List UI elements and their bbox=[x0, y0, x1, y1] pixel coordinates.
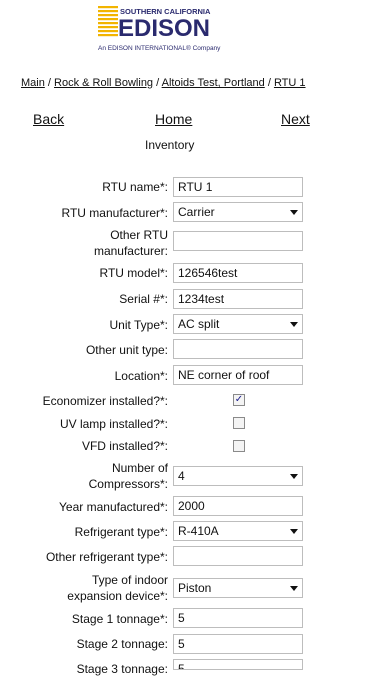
stage1-label: Stage 1 tonnage*: bbox=[71, 612, 168, 626]
breadcrumb-rtu[interactable]: RTU 1 bbox=[274, 77, 306, 89]
rtu-model-label: RTU model*: bbox=[99, 266, 168, 280]
stage3-label: Stage 3 tonnage: bbox=[76, 662, 168, 676]
stage2-label: Stage 2 tonnage: bbox=[76, 637, 168, 651]
refrigerant-value: R-410A bbox=[178, 524, 219, 538]
chevron-down-icon bbox=[290, 322, 298, 327]
chevron-down-icon bbox=[290, 210, 298, 215]
breadcrumb-test[interactable]: Altoids Test, Portland bbox=[162, 77, 265, 89]
serial-input[interactable]: 1234test bbox=[173, 289, 303, 309]
chevron-down-icon bbox=[290, 529, 298, 534]
breadcrumb-site[interactable]: Rock & Roll Bowling bbox=[54, 77, 153, 89]
expansion-value: Piston bbox=[178, 581, 212, 595]
unit-type-select[interactable]: AC split bbox=[173, 314, 303, 334]
edison-logo-icon: SOUTHERN CALIFORNIA EDISON An EDISON INT… bbox=[96, 2, 245, 55]
other-unit-type-label: Other unit type: bbox=[85, 343, 168, 357]
sce-logo: SOUTHERN CALIFORNIA EDISON An EDISON INT… bbox=[96, 2, 245, 55]
refrigerant-label: Refrigerant type*: bbox=[74, 525, 168, 539]
other-refrigerant-label: Other refrigerant type*: bbox=[45, 550, 168, 564]
breadcrumb-separator: / bbox=[264, 77, 274, 89]
rtu-name-input[interactable]: RTU 1 bbox=[173, 177, 303, 197]
breadcrumb-main[interactable]: Main bbox=[21, 77, 45, 89]
breadcrumb-separator: / bbox=[153, 77, 162, 89]
expansion-label-line2: expansion device*: bbox=[67, 589, 168, 603]
location-label: Location*: bbox=[114, 369, 168, 383]
home-link[interactable]: Home bbox=[155, 111, 192, 127]
compressors-label-line1: Number of bbox=[111, 461, 168, 475]
vfd-label: VFD installed?*: bbox=[81, 439, 168, 453]
chevron-down-icon bbox=[290, 586, 298, 591]
next-link[interactable]: Next bbox=[281, 111, 310, 127]
expansion-label-line1: Type of indoor bbox=[91, 573, 168, 587]
location-input[interactable]: NE corner of roof bbox=[173, 365, 303, 385]
stage3-input[interactable]: 5 bbox=[173, 659, 303, 670]
page-title: Inventory bbox=[145, 138, 195, 152]
back-link[interactable]: Back bbox=[33, 111, 64, 127]
rtu-manufacturer-label: RTU manufacturer*: bbox=[61, 206, 168, 220]
expansion-select[interactable]: Piston bbox=[173, 578, 303, 598]
serial-label: Serial #*: bbox=[119, 292, 168, 306]
year-input[interactable]: 2000 bbox=[173, 496, 303, 516]
rtu-manufacturer-value: Carrier bbox=[178, 205, 215, 219]
uv-lamp-label: UV lamp installed?*: bbox=[59, 417, 168, 431]
refrigerant-select[interactable]: R-410A bbox=[173, 521, 303, 541]
economizer-checkbox[interactable]: ✓ bbox=[233, 394, 245, 406]
other-manufacturer-label-line1: Other RTU bbox=[110, 228, 168, 242]
year-label: Year manufactured*: bbox=[59, 500, 168, 514]
breadcrumb-separator: / bbox=[44, 77, 55, 89]
unit-type-label: Unit Type*: bbox=[109, 318, 168, 332]
checkmark-icon: ✓ bbox=[234, 394, 244, 405]
rtu-model-input[interactable]: 126546test bbox=[173, 263, 303, 283]
svg-text:EDISON: EDISON bbox=[118, 15, 210, 42]
other-manufacturer-label-line2: manufacturer: bbox=[93, 244, 168, 258]
economizer-label: Economizer installed?*: bbox=[42, 394, 168, 408]
rtu-manufacturer-select[interactable]: Carrier bbox=[173, 202, 303, 222]
unit-type-value: AC split bbox=[178, 317, 220, 331]
uv-lamp-checkbox[interactable] bbox=[233, 417, 245, 429]
stage1-input[interactable]: 5 bbox=[173, 608, 303, 628]
other-refrigerant-input[interactable] bbox=[173, 546, 303, 566]
other-unit-type-input[interactable] bbox=[173, 339, 303, 359]
chevron-down-icon bbox=[290, 474, 298, 479]
rtu-name-label: RTU name*: bbox=[102, 180, 168, 194]
svg-text:An EDISON INTERNATIONAL® Compa: An EDISON INTERNATIONAL® Company bbox=[98, 44, 221, 52]
other-manufacturer-input[interactable] bbox=[173, 231, 303, 251]
compressors-select[interactable]: 4 bbox=[173, 466, 303, 486]
stage2-input[interactable]: 5 bbox=[173, 634, 303, 654]
breadcrumb: Main / Rock & Roll Bowling / Altoids Tes… bbox=[21, 77, 306, 89]
vfd-checkbox[interactable] bbox=[233, 440, 245, 452]
compressors-label-line2: Compressors*: bbox=[88, 477, 168, 491]
compressors-value: 4 bbox=[178, 469, 185, 483]
